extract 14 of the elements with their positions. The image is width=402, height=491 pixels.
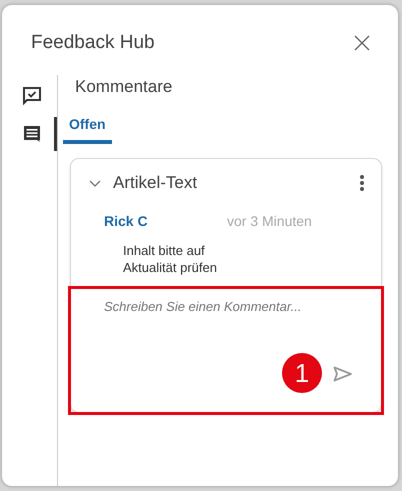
more-options-icon[interactable]	[359, 174, 365, 192]
thread-title: Artikel-Text	[113, 173, 198, 193]
window-title: Feedback Hub	[31, 32, 155, 54]
comment-time: vor 3 Minuten	[227, 213, 312, 229]
checked-comment-icon[interactable]	[22, 86, 42, 106]
comment-author: Rick C	[104, 213, 149, 229]
comment-text: Inhalt bitte auf Aktualität prüfen	[123, 242, 218, 276]
send-icon[interactable]	[333, 366, 353, 382]
comment-icon[interactable]	[22, 124, 42, 144]
tab[interactable]: Offen	[63, 112, 112, 144]
section-title: Kommentare	[75, 77, 174, 98]
comment-field[interactable]: Schreiben Sie einen Kommentar...	[104, 299, 344, 339]
close-icon[interactable]	[354, 35, 370, 51]
step-number-badge: 1	[282, 353, 322, 393]
